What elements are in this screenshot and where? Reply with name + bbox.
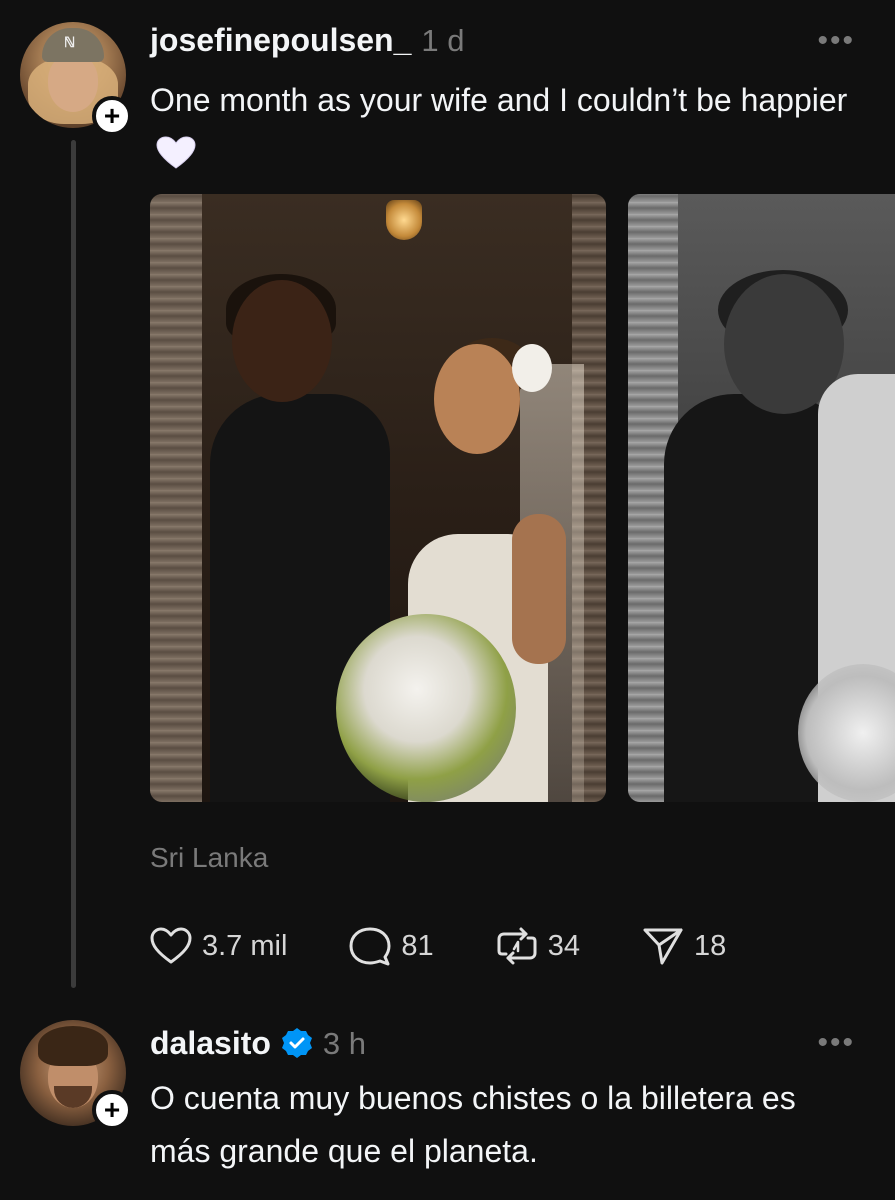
reply-count: 81 [401, 929, 434, 962]
avatar-hair [38, 1026, 108, 1066]
location-tag[interactable]: Sri Lanka [150, 842, 268, 874]
repost-count: 34 [547, 929, 580, 962]
username[interactable]: dalasito [150, 1025, 271, 1062]
comment-icon [349, 927, 391, 966]
like-count: 3.7 mil [202, 929, 288, 962]
like-button[interactable]: 3.7 mil [150, 927, 287, 965]
share-count: 18 [693, 929, 727, 962]
avatar-beard [54, 1086, 92, 1108]
avatar-face [48, 54, 98, 112]
lamp [386, 200, 422, 240]
post-header: dalasito 3 h [150, 1022, 366, 1062]
post-text: O cuenta muy buenos chistes o la billete… [150, 1080, 796, 1169]
thread-line [71, 140, 76, 988]
post-text-content: One month as your wife and I couldn’t be… [150, 82, 848, 118]
post-time: 3 h [322, 1026, 367, 1061]
wedding-photo-1[interactable] [150, 194, 606, 802]
bride-arm [512, 514, 566, 664]
reply-button[interactable]: 81 [349, 926, 434, 966]
bride-head [434, 344, 520, 454]
cap-logo: ℕ [64, 34, 76, 50]
wedding-photo-2[interactable] [628, 194, 895, 802]
follow-plus-icon[interactable]: + [92, 1090, 132, 1130]
mirror-frame-left [150, 194, 202, 802]
repost-icon [497, 927, 537, 965]
hair-flower [512, 344, 552, 392]
image-carousel[interactable] [150, 194, 895, 802]
more-dots-icon[interactable]: ••• [817, 26, 855, 56]
thread-post: ℕ + josefinepoulsen_ 1 d ••• One month a… [0, 0, 895, 1010]
send-icon [643, 928, 683, 965]
more-dots-icon[interactable]: ••• [817, 1028, 855, 1058]
bouquet [336, 614, 516, 802]
post-time: 1 d [421, 23, 465, 58]
post-header: josefinepoulsen_ 1 d [150, 22, 465, 59]
share-button[interactable]: 18 [642, 926, 726, 966]
repost-button[interactable]: 34 [496, 926, 580, 966]
heart-icon [150, 927, 192, 964]
action-bar: 3.7 mil 81 34 18 [150, 920, 788, 972]
white-heart-emoji-icon [156, 133, 196, 169]
follow-plus-icon[interactable]: + [92, 96, 132, 136]
post-text: One month as your wife and I couldn’t be… [150, 74, 850, 180]
groom-head [232, 280, 332, 402]
reply-post: + dalasito 3 h ••• O cuenta muy buenos c… [0, 1010, 895, 1200]
verified-badge-icon [281, 1027, 313, 1059]
username[interactable]: josefinepoulsen_ [150, 22, 411, 59]
